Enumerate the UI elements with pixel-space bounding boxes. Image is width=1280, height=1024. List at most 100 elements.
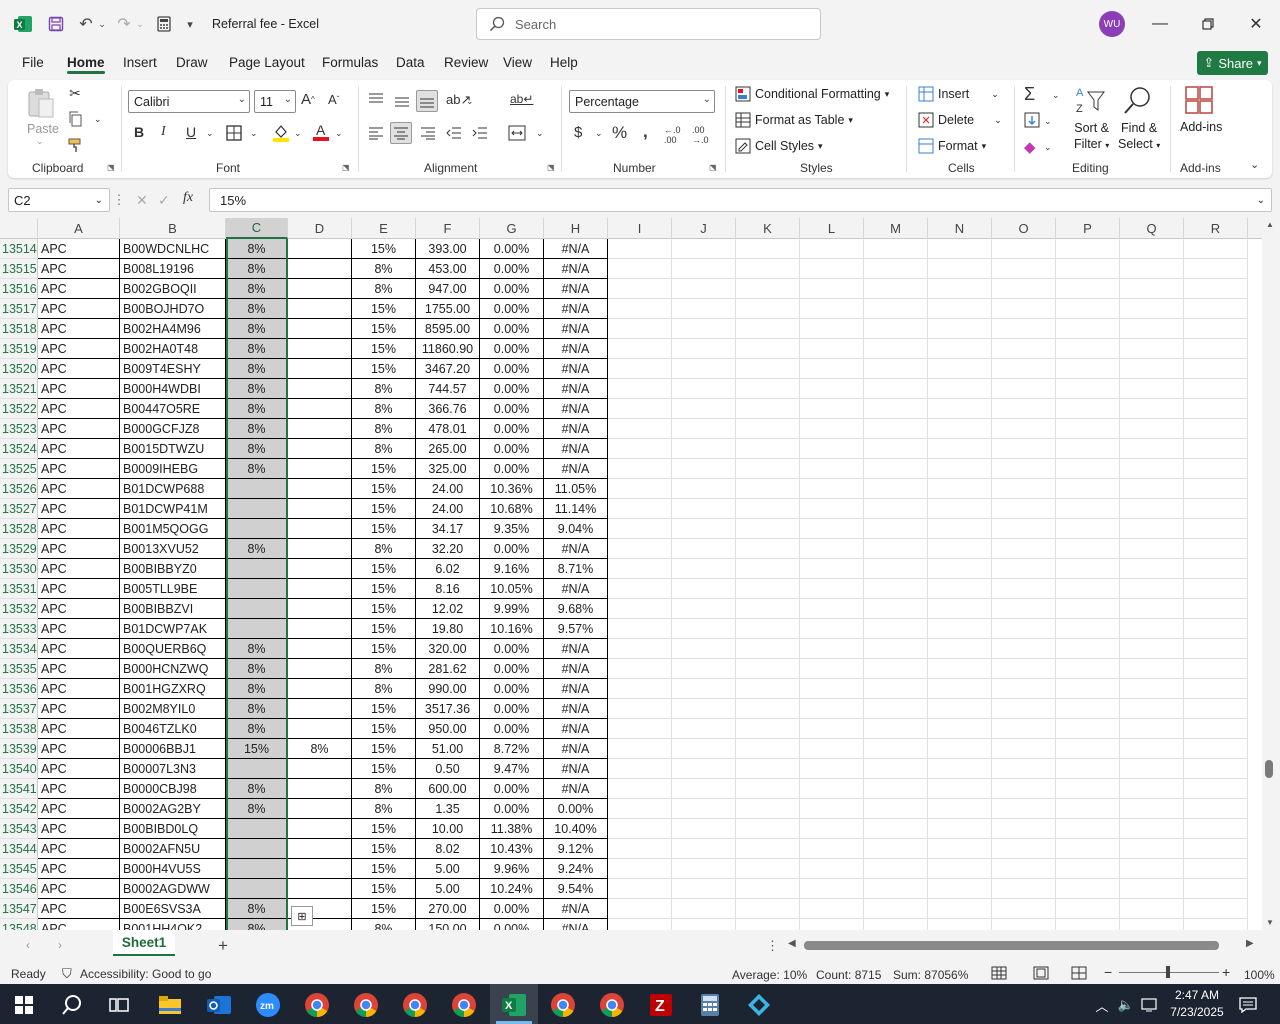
row-header[interactable]: 13535	[0, 659, 38, 679]
empty-cell[interactable]	[608, 919, 672, 930]
cell-b[interactable]: B000GCFJZ8	[120, 419, 226, 439]
cell-d[interactable]	[288, 759, 352, 779]
cell-styles-button[interactable]: Cell Styles ▾	[735, 138, 823, 154]
cell-h[interactable]: #N/A	[544, 579, 608, 599]
empty-cell[interactable]	[1120, 859, 1184, 879]
cell-f[interactable]: 990.00	[416, 679, 480, 699]
cell-h[interactable]: #N/A	[544, 399, 608, 419]
empty-cell[interactable]	[864, 499, 928, 519]
chevron-down-icon[interactable]: ⌄	[1044, 142, 1052, 153]
cell-g[interactable]: 11.38%	[480, 819, 544, 839]
empty-cell[interactable]	[1120, 339, 1184, 359]
formula-input[interactable]: 15% ⌄	[209, 188, 1272, 212]
cell-e[interactable]: 15%	[352, 319, 416, 339]
empty-cell[interactable]	[928, 359, 992, 379]
empty-cell[interactable]	[864, 439, 928, 459]
empty-cell[interactable]	[1120, 679, 1184, 699]
empty-cell[interactable]	[672, 799, 736, 819]
column-header-n[interactable]: N	[928, 218, 992, 239]
empty-cell[interactable]	[992, 599, 1056, 619]
cell-a[interactable]: APC	[38, 339, 120, 359]
empty-cell[interactable]	[736, 439, 800, 459]
cell-h[interactable]: #N/A	[544, 759, 608, 779]
cell-d[interactable]	[288, 879, 352, 899]
cell-f[interactable]: 3467.20	[416, 359, 480, 379]
cell-f[interactable]: 744.57	[416, 379, 480, 399]
cell-e[interactable]: 15%	[352, 639, 416, 659]
cell-e[interactable]: 15%	[352, 879, 416, 899]
empty-cell[interactable]	[1120, 819, 1184, 839]
empty-cell[interactable]	[1056, 699, 1120, 719]
cell-e[interactable]: 15%	[352, 299, 416, 319]
empty-cell[interactable]	[608, 799, 672, 819]
empty-cell[interactable]	[1056, 919, 1120, 930]
copy-icon[interactable]	[66, 110, 84, 128]
cell-h[interactable]: #N/A	[544, 779, 608, 799]
cell-c[interactable]	[226, 559, 288, 579]
empty-cell[interactable]	[928, 279, 992, 299]
empty-cell[interactable]	[992, 499, 1056, 519]
empty-cell[interactable]	[864, 399, 928, 419]
empty-cell[interactable]	[864, 459, 928, 479]
cell-g[interactable]: 10.36%	[480, 479, 544, 499]
chevron-down-icon[interactable]: ⌄	[335, 128, 343, 139]
chrome-icon[interactable]	[446, 988, 482, 1022]
empty-cell[interactable]	[1184, 699, 1248, 719]
empty-cell[interactable]	[1120, 239, 1184, 259]
cell-f[interactable]: 32.20	[416, 539, 480, 559]
cell-b[interactable]: B000HCNZWQ	[120, 659, 226, 679]
select-all-corner[interactable]	[0, 218, 38, 239]
empty-cell[interactable]	[864, 839, 928, 859]
fill-icon[interactable]	[1024, 112, 1040, 128]
cell-c[interactable]: 8%	[226, 259, 288, 279]
cell-d[interactable]	[288, 599, 352, 619]
empty-cell[interactable]	[672, 599, 736, 619]
cell-f[interactable]: 5.00	[416, 859, 480, 879]
cell-b[interactable]: B00QUERB6Q	[120, 639, 226, 659]
empty-cell[interactable]	[992, 579, 1056, 599]
next-sheet-icon[interactable]: ›	[58, 938, 62, 952]
empty-cell[interactable]	[1120, 419, 1184, 439]
empty-cell[interactable]	[608, 479, 672, 499]
empty-cell[interactable]	[608, 579, 672, 599]
cell-f[interactable]: 10.00	[416, 819, 480, 839]
italic-icon[interactable]: I	[161, 124, 166, 140]
cell-g[interactable]: 10.05%	[480, 579, 544, 599]
notifications-icon[interactable]	[1236, 988, 1260, 1022]
column-header-f[interactable]: F	[416, 218, 480, 239]
autosum-icon[interactable]: Σ	[1024, 84, 1035, 105]
empty-cell[interactable]	[1120, 379, 1184, 399]
chevron-down-icon[interactable]: ⌄	[206, 128, 214, 139]
empty-cell[interactable]	[1184, 779, 1248, 799]
cell-d[interactable]	[288, 819, 352, 839]
empty-cell[interactable]	[736, 559, 800, 579]
empty-cell[interactable]	[736, 679, 800, 699]
chevron-down-icon[interactable]: ⌄	[94, 114, 102, 125]
decrease-indent-icon[interactable]	[446, 126, 462, 140]
empty-cell[interactable]	[1184, 619, 1248, 639]
cell-c[interactable]: 8%	[226, 379, 288, 399]
cell-f[interactable]: 600.00	[416, 779, 480, 799]
cell-d[interactable]	[288, 539, 352, 559]
empty-cell[interactable]	[1056, 439, 1120, 459]
cell-c[interactable]: 8%	[226, 279, 288, 299]
cell-d[interactable]	[288, 259, 352, 279]
cell-c[interactable]	[226, 619, 288, 639]
empty-cell[interactable]	[608, 879, 672, 899]
cell-c[interactable]: 15%	[226, 739, 288, 759]
empty-cell[interactable]	[928, 719, 992, 739]
empty-cell[interactable]	[864, 359, 928, 379]
cell-e[interactable]: 15%	[352, 819, 416, 839]
cell-e[interactable]: 15%	[352, 459, 416, 479]
empty-cell[interactable]	[800, 379, 864, 399]
cell-g[interactable]: 0.00%	[480, 279, 544, 299]
cell-e[interactable]: 15%	[352, 699, 416, 719]
cell-g[interactable]: 0.00%	[480, 419, 544, 439]
empty-cell[interactable]	[864, 319, 928, 339]
sort-filter-button[interactable]: Sort & Filter ▾	[1074, 120, 1109, 154]
empty-cell[interactable]	[864, 859, 928, 879]
cell-c[interactable]: 8%	[226, 299, 288, 319]
cell-h[interactable]: #N/A	[544, 299, 608, 319]
empty-cell[interactable]	[992, 859, 1056, 879]
empty-cell[interactable]	[672, 319, 736, 339]
